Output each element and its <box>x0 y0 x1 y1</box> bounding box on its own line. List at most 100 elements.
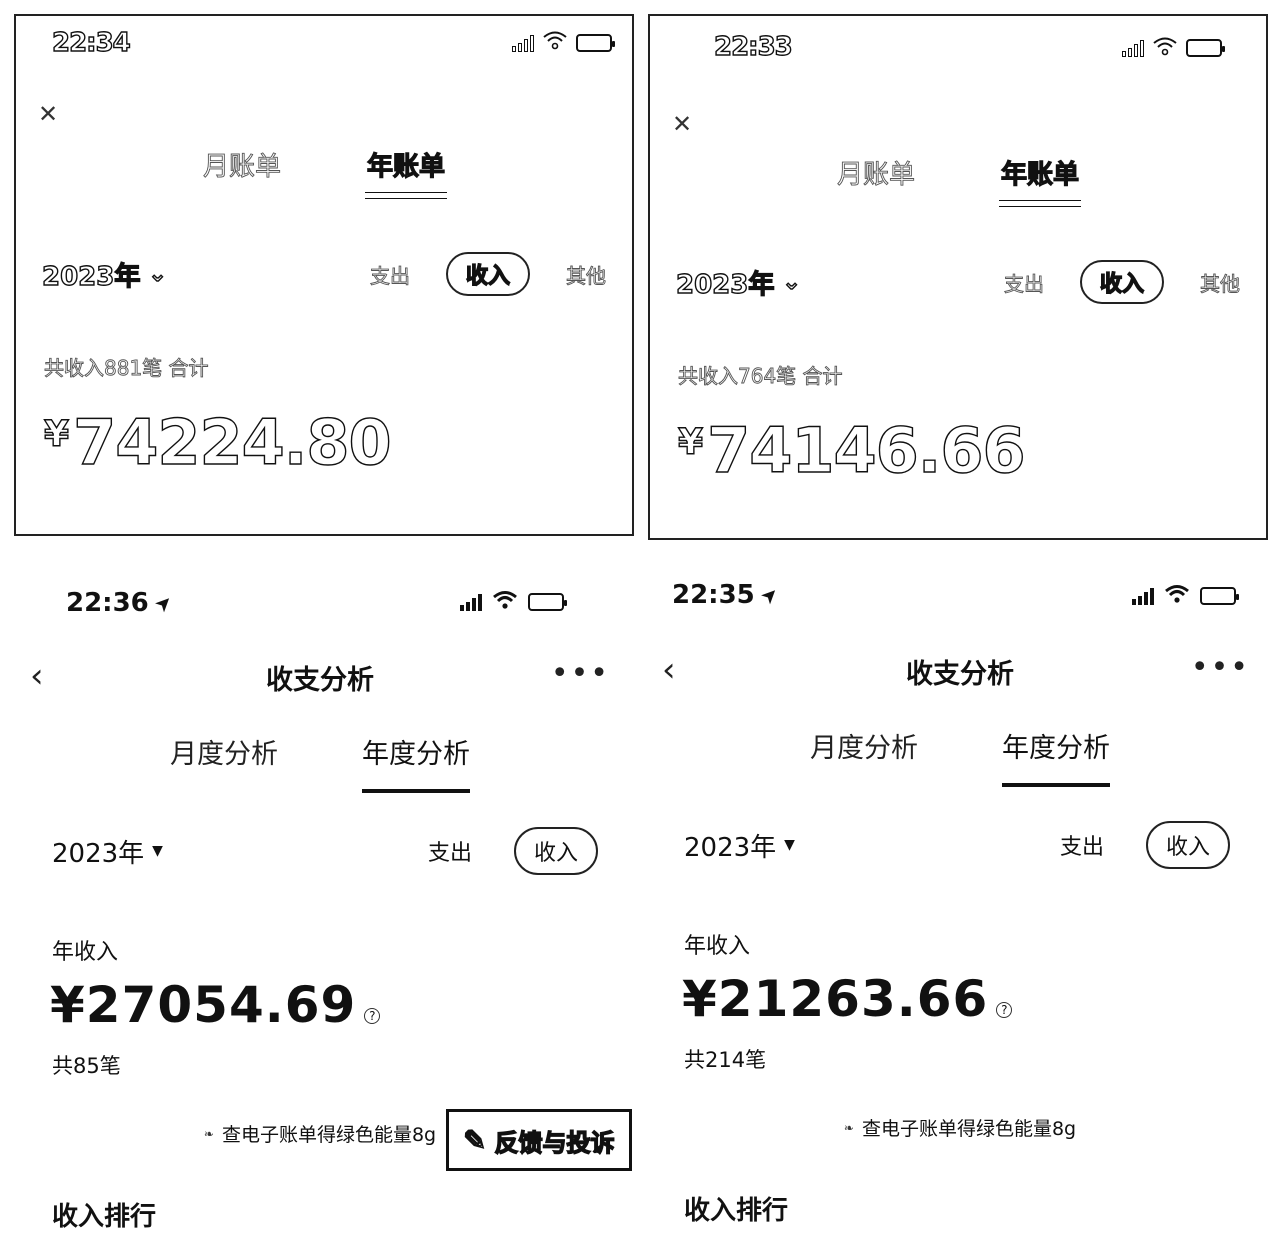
battery-icon <box>576 33 615 52</box>
signal-icon <box>1132 587 1154 605</box>
filter-row: 2023年 ▼ 支出 收入 <box>684 821 1230 869</box>
battery-icon <box>528 593 567 611</box>
year-label: 2023年 <box>41 261 141 292</box>
filter-expense[interactable]: 支出 <box>370 260 411 289</box>
signal-icon <box>460 593 482 611</box>
bottom-right-screenshot: 22:35 ➤ ‹ 收支分析 ••• 月度分析 年度分析 2023年 ▼ 支出 … <box>640 566 1280 1238</box>
amount-value: ¥21263.66 <box>682 970 989 1028</box>
more-icon[interactable]: ••• <box>1191 650 1250 685</box>
status-icons <box>460 590 567 614</box>
signal-icon <box>1122 39 1144 57</box>
wifi-icon <box>1152 36 1178 60</box>
tab-yearly-analysis[interactable]: 年度分析 <box>362 732 470 793</box>
year-selector[interactable]: 2023年 ⌄ <box>41 256 168 293</box>
tab-yearly-bill[interactable]: 年账单 <box>364 146 448 199</box>
status-icons <box>1122 36 1225 60</box>
top-left-screenshot: 22:34 ✕ 月账单 年账单 2023年 ⌄ 支出 收入 其他 共收入881笔… <box>14 14 634 536</box>
caret-down-icon: ▼ <box>784 837 795 853</box>
page-title: 收支分析 <box>906 659 1014 690</box>
feedback-button[interactable]: ✎ 反馈与投诉 <box>446 1109 632 1171</box>
wifi-icon <box>542 30 568 55</box>
tab-monthly-bill[interactable]: 月账单 <box>837 154 916 191</box>
amount-value: 74146.66 <box>706 413 1026 487</box>
wifi-icon <box>492 590 518 614</box>
total-amount: ¥ 74224.80 <box>43 405 392 479</box>
status-time-row: 22:36 ➤ <box>66 588 178 618</box>
status-time: 22:36 <box>66 588 149 618</box>
leaf-icon: ❧ <box>203 1126 214 1141</box>
amount-value: 74224.80 <box>72 405 392 479</box>
close-icon[interactable]: ✕ <box>672 110 692 138</box>
filter-row: 2023年 ⌄ 支出 收入 其他 <box>41 252 607 296</box>
status-time: 22:33 <box>713 31 793 62</box>
status-icons <box>512 30 615 55</box>
caret-down-icon: ▼ <box>152 843 163 859</box>
filter-income[interactable]: 收入 <box>513 827 598 875</box>
promo-text: 查电子账单得绿色能量8g <box>221 1124 437 1146</box>
battery-icon <box>1200 587 1239 605</box>
currency-symbol: ¥ <box>677 421 704 463</box>
tab-monthly-analysis[interactable]: 月度分析 <box>170 732 278 771</box>
location-arrow-icon: ➤ <box>148 588 178 618</box>
transaction-count: 共214笔 <box>684 1048 767 1072</box>
income-ranking-heading: 收入排行 <box>52 1202 157 1232</box>
question-icon[interactable]: ? <box>996 1002 1013 1018</box>
status-icons <box>1132 584 1239 608</box>
status-time: 22:34 <box>51 27 131 58</box>
tab-yearly-analysis[interactable]: 年度分析 <box>1002 726 1110 787</box>
status-time: 22:35 <box>672 580 755 610</box>
close-icon[interactable]: ✕ <box>38 100 58 128</box>
annual-income-label: 年收入 <box>52 940 119 965</box>
chevron-down-icon: ⌄ <box>782 269 802 295</box>
wifi-icon <box>1164 584 1190 608</box>
year-selector[interactable]: 2023年 ▼ <box>684 827 795 864</box>
annual-income-amount: ¥21263.66 ? <box>682 970 1013 1028</box>
analysis-tabs: 月度分析 年度分析 <box>0 732 640 793</box>
status-time-row: 22:35 ➤ <box>672 580 784 610</box>
bill-tabs: 月账单 年账单 <box>650 154 1266 207</box>
bill-tabs: 月账单 年账单 <box>16 146 632 199</box>
signal-icon <box>512 34 534 52</box>
filter-expense[interactable]: 支出 <box>1060 829 1104 861</box>
pen-icon: ✎ <box>462 1123 487 1157</box>
amount-value: ¥27054.69 <box>50 976 357 1034</box>
nav-bar: ‹ 收支分析 ••• <box>0 652 640 702</box>
year-label: 2023年 <box>52 838 145 869</box>
filter-income[interactable]: 收入 <box>1145 821 1230 869</box>
currency-symbol: ¥ <box>43 413 70 455</box>
filter-income[interactable]: 收入 <box>1079 260 1164 304</box>
filter-income[interactable]: 收入 <box>445 252 530 296</box>
tab-monthly-analysis[interactable]: 月度分析 <box>810 726 918 765</box>
filter-expense[interactable]: 支出 <box>428 835 472 867</box>
analysis-tabs: 月度分析 年度分析 <box>640 726 1280 787</box>
question-icon[interactable]: ? <box>364 1008 381 1024</box>
year-label: 2023年 <box>684 832 777 863</box>
tab-yearly-bill[interactable]: 年账单 <box>998 154 1082 207</box>
page-title: 收支分析 <box>266 665 374 696</box>
filter-other[interactable]: 其他 <box>566 260 607 289</box>
location-arrow-icon: ➤ <box>754 580 784 610</box>
year-selector[interactable]: 2023年 ⌄ <box>675 264 802 301</box>
top-right-screenshot: 22:33 ✕ 月账单 年账单 2023年 ⌄ 支出 收入 其他 共收入764笔… <box>648 14 1268 540</box>
total-amount: ¥ 74146.66 <box>677 413 1026 487</box>
year-selector[interactable]: 2023年 ▼ <box>52 833 163 870</box>
annual-income-label: 年收入 <box>684 934 751 959</box>
filter-expense[interactable]: 支出 <box>1004 268 1045 297</box>
year-label: 2023年 <box>675 269 775 300</box>
bottom-left-screenshot: 22:36 ➤ ‹ 收支分析 ••• 月度分析 年度分析 2023年 ▼ 支出 … <box>0 572 640 1244</box>
feedback-label: 反馈与投诉 <box>494 1128 615 1157</box>
tab-monthly-bill[interactable]: 月账单 <box>203 146 282 183</box>
transaction-count: 共85笔 <box>52 1054 121 1078</box>
leaf-icon: ❧ <box>843 1120 854 1135</box>
filter-row: 2023年 ▼ 支出 收入 <box>52 827 598 875</box>
green-energy-promo[interactable]: ❧ 查电子账单得绿色能量8g <box>640 1114 1280 1141</box>
nav-bar: ‹ 收支分析 ••• <box>640 646 1280 696</box>
income-summary: 共收入881笔 合计 <box>44 356 209 381</box>
chevron-down-icon: ⌄ <box>148 261 168 287</box>
annual-income-amount: ¥27054.69 ? <box>50 976 381 1034</box>
more-icon[interactable]: ••• <box>551 656 610 691</box>
filter-other[interactable]: 其他 <box>1200 268 1241 297</box>
promo-text: 查电子账单得绿色能量8g <box>861 1118 1077 1140</box>
battery-icon <box>1186 39 1225 57</box>
filter-row: 2023年 ⌄ 支出 收入 其他 <box>675 260 1241 304</box>
